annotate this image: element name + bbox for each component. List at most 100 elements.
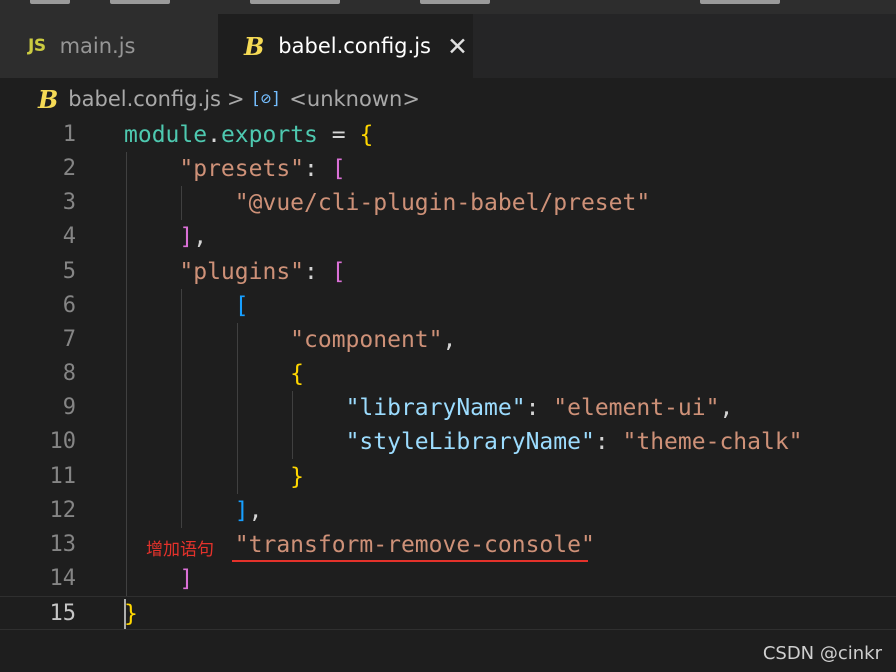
code-text: "libraryName": "element-ui", <box>124 391 734 425</box>
code-token: } <box>124 601 138 628</box>
annotation-underline <box>232 560 588 562</box>
javascript-file-icon: JS <box>28 36 46 56</box>
breadcrumb-file[interactable]: babel.config.js <box>68 87 221 111</box>
code-token: , <box>719 395 734 422</box>
code-line[interactable]: 6 [ <box>0 289 896 323</box>
watermark: CSDN @cinkr <box>762 643 882 664</box>
code-text: ], <box>124 494 263 528</box>
indent-guide <box>181 288 183 528</box>
code-token: ] <box>179 224 194 251</box>
code-token: ] <box>179 565 194 592</box>
code-text: { <box>124 357 304 391</box>
code-token: : <box>304 156 332 183</box>
code-line[interactable]: 15} <box>0 596 896 631</box>
code-text: "@vue/cli-plugin-babel/preset" <box>124 186 650 220</box>
line-number: 4 <box>62 224 76 250</box>
code-token: : <box>304 258 332 285</box>
code-token: exports <box>220 122 318 148</box>
code-token: : <box>525 395 554 422</box>
line-number: 15 <box>49 601 77 627</box>
code-line[interactable]: 11 } <box>0 460 896 494</box>
code-line[interactable]: 7 "component", <box>0 323 896 357</box>
line-number: 7 <box>62 326 76 352</box>
code-token: , <box>248 497 263 524</box>
indent-guide <box>126 152 127 597</box>
breadcrumb-symbol[interactable]: <unknown> <box>289 87 420 111</box>
editor-tab-bar: JS main.js B babel.config.js ✕ <box>0 14 896 78</box>
code-text: ], <box>124 220 207 254</box>
code-token: "presets" <box>179 156 305 183</box>
babel-file-icon: B <box>244 31 265 61</box>
code-line[interactable]: 8 { <box>0 357 896 391</box>
code-token: { <box>290 361 305 388</box>
line-number: 3 <box>62 190 76 216</box>
code-token: : <box>594 429 623 456</box>
code-token: module <box>124 122 208 148</box>
code-text: ] <box>124 562 193 596</box>
code-token: , <box>442 326 457 353</box>
close-icon[interactable]: ✕ <box>447 32 468 61</box>
code-line[interactable]: 10 "styleLibraryName": "theme-chalk" <box>0 425 896 459</box>
code-token: "@vue/cli-plugin-babel/preset" <box>234 190 651 217</box>
babel-file-icon: B <box>38 84 59 114</box>
code-token: "component" <box>290 326 443 353</box>
code-text: } <box>124 460 304 494</box>
indent-guide <box>292 391 294 460</box>
line-number: 10 <box>49 429 77 455</box>
code-token: , <box>193 224 208 251</box>
code-line[interactable]: 1 module.exports = { <box>0 118 896 152</box>
tab-main-js[interactable]: JS main.js <box>0 14 218 78</box>
code-line[interactable]: 9 "libraryName": "element-ui", <box>0 391 896 425</box>
line-number: 9 <box>62 395 76 421</box>
code-line[interactable]: 4 ], <box>0 220 896 254</box>
line-number: 8 <box>62 361 76 387</box>
code-text: } <box>124 597 138 631</box>
breadcrumb: B babel.config.js > [⊘] <unknown> <box>38 84 420 114</box>
code-line[interactable]: 2 "presets": [ <box>0 152 896 186</box>
code-token: } <box>290 463 305 490</box>
text-cursor <box>124 599 126 629</box>
code-text: "styleLibraryName": "theme-chalk" <box>124 425 803 459</box>
code-token: . <box>207 122 221 148</box>
code-text: "plugins": [ <box>124 255 346 289</box>
code-token: "libraryName" <box>345 395 526 422</box>
line-number: 12 <box>49 497 77 523</box>
code-token: "theme-chalk" <box>622 429 803 456</box>
code-line[interactable]: 5 "plugins": [ <box>0 255 896 289</box>
code-line[interactable]: 3 "@vue/cli-plugin-babel/preset" <box>0 186 896 220</box>
code-token: [ <box>331 258 346 285</box>
code-line[interactable]: 14 ] <box>0 562 896 596</box>
tab-label: babel.config.js <box>278 34 431 58</box>
line-number: 1 <box>62 122 76 147</box>
code-line[interactable]: 13 "transform-remove-console" <box>0 528 896 562</box>
chevron-right-icon: > <box>226 87 245 111</box>
symbol-variable-icon: [⊘] <box>250 89 282 109</box>
code-token: = <box>317 122 360 148</box>
line-number: 6 <box>62 292 76 318</box>
line-number: 11 <box>49 463 77 489</box>
tab-babel-config[interactable]: B babel.config.js ✕ <box>218 14 473 78</box>
code-token: "element-ui" <box>553 395 720 422</box>
line-number: 13 <box>49 531 77 557</box>
line-number: 5 <box>62 258 76 284</box>
tab-label: main.js <box>59 34 136 58</box>
code-line[interactable]: 12 ], <box>0 494 896 528</box>
code-token: "transform-remove-console" <box>234 531 595 558</box>
code-token: [ <box>331 156 346 183</box>
code-text: module.exports = { <box>124 118 373 152</box>
indent-guide <box>181 186 183 221</box>
code-token: "styleLibraryName" <box>345 429 595 456</box>
code-text: [ <box>124 289 249 323</box>
code-token: { <box>359 122 374 148</box>
annotation-label: 增加语句 <box>146 540 214 560</box>
code-text: "presets": [ <box>124 152 346 186</box>
line-number: 2 <box>62 156 76 182</box>
